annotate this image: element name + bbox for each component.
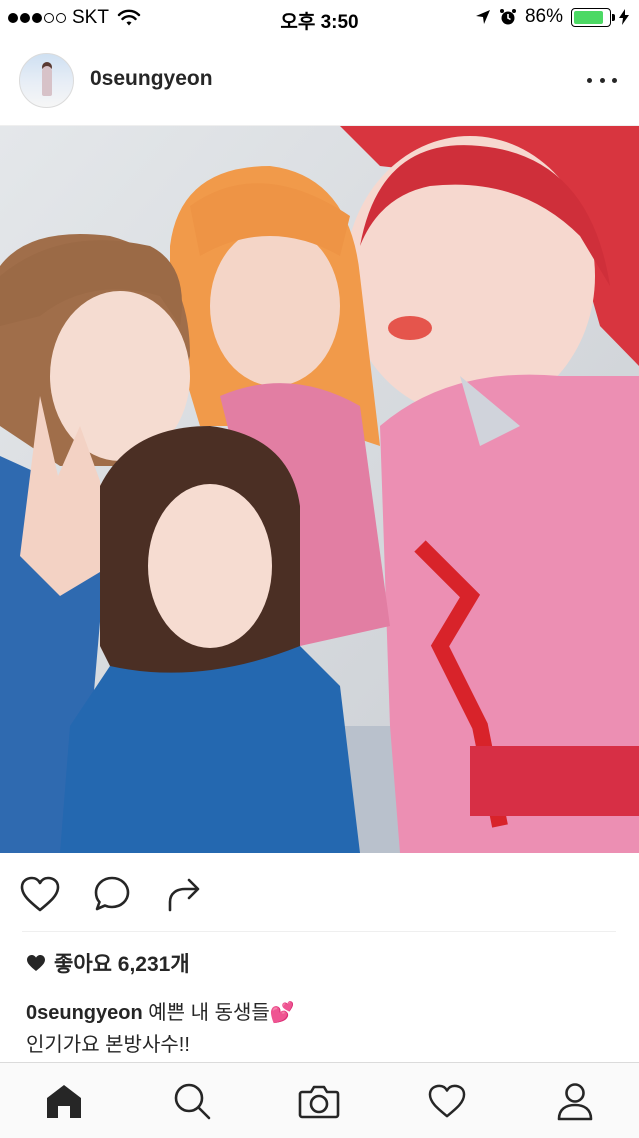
status-bar: SKT 오후 3:50 86%: [0, 0, 639, 36]
tab-profile[interactable]: [553, 1079, 597, 1123]
charging-bolt-icon: [619, 9, 629, 25]
status-bar-right: 86%: [475, 6, 629, 28]
caption-line2: 인기가요 본방사수!!: [26, 1034, 190, 1056]
battery-percent: 86%: [524, 6, 563, 27]
comment-icon: [94, 876, 130, 911]
tab-camera[interactable]: [297, 1079, 341, 1123]
caption-text: 예쁜 내 동생들💕: [148, 1002, 295, 1024]
more-options-button[interactable]: [587, 70, 617, 90]
battery-level: [574, 10, 604, 24]
home-icon: [47, 1085, 81, 1118]
likes-label: 좋아요 6,231개: [54, 953, 190, 976]
tab-search[interactable]: [170, 1079, 214, 1123]
likes-count[interactable]: 좋아요 6,231개: [26, 948, 190, 978]
alarm-icon: [499, 9, 516, 25]
camera-icon: [298, 1085, 340, 1119]
share-button[interactable]: [162, 872, 206, 916]
post-photo[interactable]: [0, 126, 639, 853]
battery-icon: [571, 7, 615, 27]
tab-activity[interactable]: [425, 1079, 469, 1123]
heart-icon: [20, 876, 60, 912]
tab-bar: [0, 1062, 639, 1138]
post-header: 0seungyeon: [0, 36, 639, 126]
caption-username[interactable]: 0seungyeon: [26, 1002, 143, 1024]
post-username[interactable]: 0seungyeon: [90, 67, 213, 91]
photo-image: [0, 126, 639, 853]
share-icon: [168, 878, 200, 912]
heart-icon: [428, 1084, 466, 1118]
filled-heart-icon: [27, 955, 45, 971]
search-icon: [174, 1083, 211, 1120]
location-arrow-icon: [475, 10, 490, 24]
comment-button[interactable]: [90, 872, 134, 916]
avatar[interactable]: [19, 53, 74, 108]
profile-icon: [557, 1083, 593, 1121]
like-button[interactable]: [18, 872, 62, 916]
caption: 0seungyeon 예쁜 내 동생들💕 인기가요 본방사수!!: [26, 997, 616, 1061]
divider: [22, 931, 616, 932]
tab-home[interactable]: [42, 1079, 86, 1123]
action-bar: [0, 864, 639, 924]
more-icon: [587, 77, 592, 83]
